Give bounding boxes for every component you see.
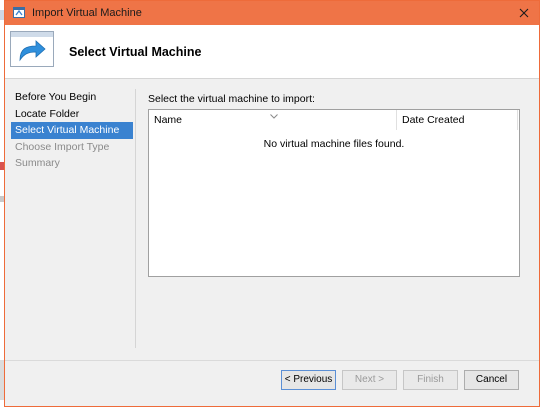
page-title: Select Virtual Machine (69, 45, 202, 59)
nav-item-summary: Summary (15, 157, 60, 169)
table-header: Name Date Created (149, 110, 519, 130)
vm-select-prompt: Select the virtual machine to import: (148, 93, 315, 105)
close-icon (519, 8, 529, 18)
app-icon (13, 7, 25, 18)
import-arrow-icon (10, 31, 54, 67)
column-header-name-label: Name (154, 114, 183, 126)
wizard-header: Select Virtual Machine (5, 25, 539, 79)
import-vm-dialog: Import Virtual Machine Select Virtual Ma… (4, 0, 540, 407)
vm-list-table[interactable]: Name Date Created No virtual machine fil… (148, 109, 520, 277)
nav-item-locate-folder[interactable]: Locate Folder (11, 106, 133, 123)
finish-button[interactable]: Finish (403, 370, 458, 390)
previous-button[interactable]: < Previous (281, 370, 336, 390)
nav-divider (135, 89, 136, 348)
empty-table-message: No virtual machine files found. (263, 138, 405, 150)
window-title: Import Virtual Machine (32, 7, 142, 19)
nav-item-select-virtual-machine[interactable]: Select Virtual Machine (11, 122, 133, 139)
column-header-date-label: Date Created (402, 114, 465, 126)
column-header-date-created[interactable]: Date Created (398, 110, 518, 130)
next-button[interactable]: Next > (342, 370, 397, 390)
title-bar[interactable]: Import Virtual Machine (5, 1, 539, 25)
wizard-steps-nav: Before You Begin Locate Folder Select Vi… (11, 89, 133, 172)
nav-item-choose-import-type: Choose Import Type (15, 140, 110, 153)
cancel-button[interactable]: Cancel (464, 370, 519, 390)
footer-divider (5, 360, 539, 361)
sort-chevron-icon (270, 110, 278, 119)
nav-item-before-you-begin[interactable]: Before You Begin (11, 89, 133, 106)
close-button[interactable] (509, 1, 539, 25)
